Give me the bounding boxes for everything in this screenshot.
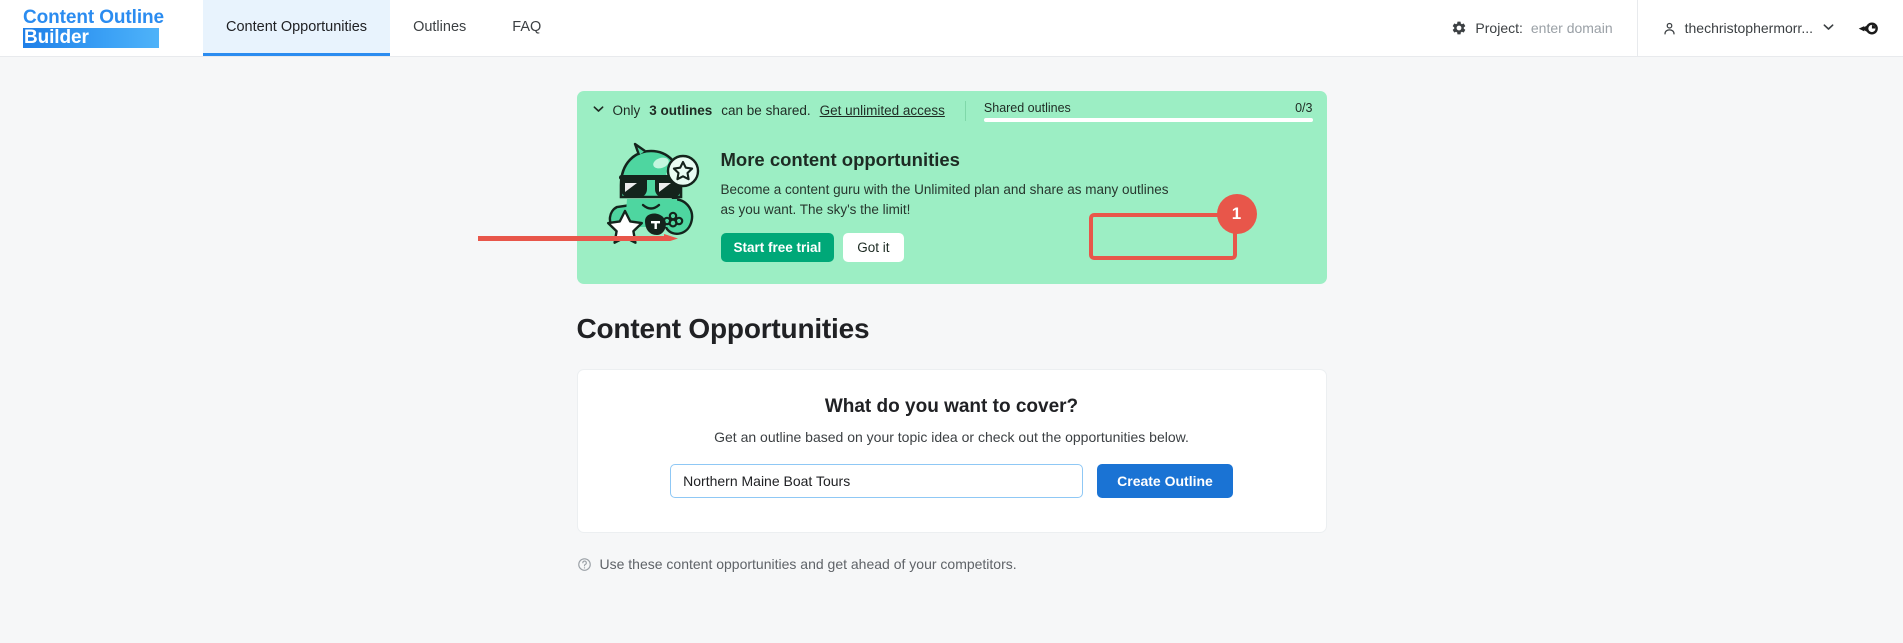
project-label: Project: <box>1475 20 1522 36</box>
upgrade-promo-banner: Only 3 outlines can be shared. Get unlim… <box>577 91 1327 284</box>
start-free-trial-button[interactable]: Start free trial <box>721 233 835 262</box>
footer-hint: Use these content opportunities and get … <box>577 556 1327 572</box>
notice-prefix: Only <box>613 103 641 118</box>
tab-content-opportunities[interactable]: Content Opportunities <box>203 0 390 56</box>
promo-actions: Start free trial Got it <box>721 233 1173 262</box>
person-icon <box>1662 21 1677 36</box>
project-selector[interactable]: Project: enter domain <box>1451 0 1636 56</box>
help-circle-icon <box>577 557 592 572</box>
tab-outlines[interactable]: Outlines <box>390 0 489 56</box>
comet-button[interactable] <box>1852 0 1903 56</box>
promo-text-block: More content opportunities Become a cont… <box>721 139 1173 262</box>
app-logo[interactable]: Content Outline Builder <box>0 0 200 56</box>
promo-divider <box>965 101 966 121</box>
promo-description: Become a content guru with the Unlimited… <box>721 180 1173 220</box>
main-navigation-tabs: Content Opportunities Outlines FAQ <box>203 0 564 56</box>
promo-notice-text: Only 3 outlines can be shared. Get unlim… <box>593 103 945 118</box>
logo-text-line2: Builder <box>23 28 159 48</box>
chevron-down-icon[interactable] <box>1823 22 1834 34</box>
promo-content-row: More content opportunities Become a cont… <box>577 130 1327 284</box>
card-title: What do you want to cover? <box>578 396 1326 418</box>
chevron-down-icon[interactable] <box>593 105 604 116</box>
promo-notice-row: Only 3 outlines can be shared. Get unlim… <box>577 91 1327 130</box>
page-title: Content Opportunities <box>577 313 1327 345</box>
topic-form-row: Create Outline <box>578 464 1326 498</box>
topic-input[interactable] <box>670 464 1083 498</box>
footer-hint-text: Use these content opportunities and get … <box>600 556 1017 572</box>
progress-track <box>984 118 1313 122</box>
notice-count: 3 outlines <box>649 103 712 118</box>
topic-input-card: What do you want to cover? Get an outlin… <box>577 369 1327 533</box>
project-value: enter domain <box>1531 20 1613 36</box>
got-it-button[interactable]: Got it <box>843 233 903 262</box>
tab-label: Outlines <box>413 19 466 35</box>
content-column: Only 3 outlines can be shared. Get unlim… <box>577 57 1327 572</box>
progress-count: 0/3 <box>1295 101 1312 115</box>
notice-suffix: can be shared. <box>721 103 810 118</box>
promo-title: More content opportunities <box>721 149 1173 171</box>
logo-text-line1: Content Outline <box>23 8 200 28</box>
user-name-label: thechristophermorr... <box>1685 20 1813 36</box>
tab-label: Content Opportunities <box>226 19 367 35</box>
user-account-menu[interactable]: thechristophermorr... <box>1638 0 1852 56</box>
page-body: Only 3 outlines can be shared. Get unlim… <box>0 57 1903 643</box>
card-subtitle: Get an outline based on your topic idea … <box>578 429 1326 445</box>
progress-label: Shared outlines <box>984 101 1071 115</box>
gear-icon <box>1451 20 1467 36</box>
tab-label: FAQ <box>512 19 541 35</box>
create-outline-button[interactable]: Create Outline <box>1097 464 1233 498</box>
app-header: Content Outline Builder Content Opportun… <box>0 0 1903 57</box>
shared-outlines-progress: Shared outlines 0/3 <box>984 99 1313 122</box>
tab-faq[interactable]: FAQ <box>489 0 564 56</box>
comet-icon <box>1858 20 1879 37</box>
get-unlimited-access-link[interactable]: Get unlimited access <box>820 103 945 118</box>
header-right-section: Project: enter domain thechristophermorr… <box>1451 0 1903 56</box>
octopus-mascot-illustration <box>599 141 703 245</box>
